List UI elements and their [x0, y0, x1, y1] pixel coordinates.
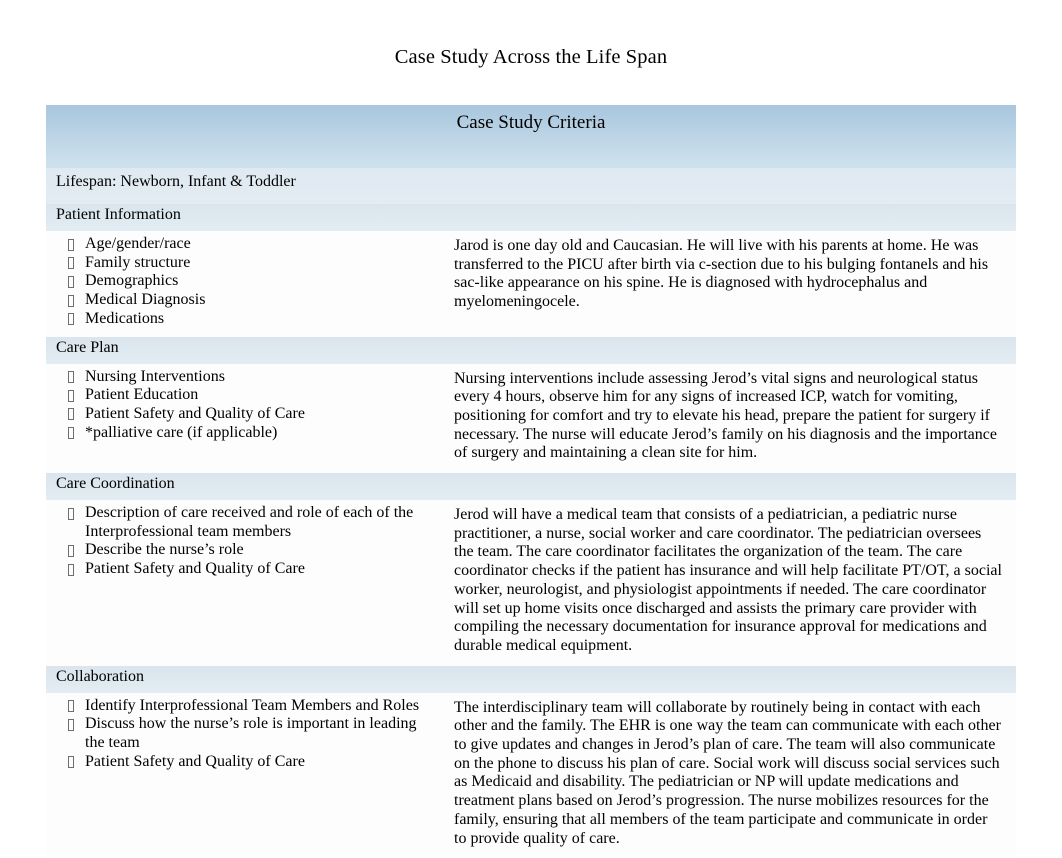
document-page: Case Study Across the Life Span Case Stu… — [0, 0, 1062, 858]
criteria-cell-care-plan: Nursing Interventions Patient Education … — [46, 363, 446, 474]
lifespan-row: Lifespan: Newborn, Infant & Toddler — [46, 168, 1016, 204]
section-heading-care-plan: Care Plan — [46, 336, 446, 364]
case-study-criteria-table: Case Study Criteria Lifespan: Newborn, I… — [46, 105, 1016, 858]
list-item: Discuss how the nurse’s role is importan… — [56, 715, 440, 752]
table-header-title: Case Study Criteria — [46, 105, 1016, 168]
criteria-text: Family structure — [85, 253, 191, 271]
section-heading-row-patient-information: Patient Information — [46, 204, 1016, 231]
list-item: Description of care received and role of… — [56, 504, 440, 541]
list-item: Patient Safety and Quality of Care — [56, 560, 440, 579]
list-item: Describe the nurse’s role — [56, 541, 440, 560]
list-item: Nursing Interventions — [56, 368, 440, 387]
bullet-box-icon — [68, 700, 74, 713]
bullet-box-icon — [68, 294, 74, 307]
case-study-table-container: Case Study Criteria Lifespan: Newborn, I… — [46, 105, 1016, 858]
criteria-list-patient-information: Age/gender/race Family structure Demogra… — [56, 235, 440, 329]
list-item: Demographics — [56, 272, 440, 291]
section-heading-patient-information: Patient Information — [46, 204, 446, 231]
criteria-text: Identify Interprofessional Team Members … — [85, 696, 420, 714]
table-header-row: Case Study Criteria — [46, 105, 1016, 168]
response-cell-collaboration: The interdisciplinary team will collabor… — [446, 692, 1016, 858]
response-text: Nursing interventions include assessing … — [454, 369, 997, 462]
section-body-row-care-plan: Nursing Interventions Patient Education … — [46, 363, 1016, 474]
list-item: Patient Education — [56, 386, 440, 405]
criteria-text: Patient Safety and Quality of Care — [85, 752, 305, 770]
section-heading-spacer-1 — [446, 336, 1016, 364]
criteria-text: Patient Safety and Quality of Care — [85, 560, 305, 578]
list-item: Patient Safety and Quality of Care — [56, 753, 440, 772]
list-item: Identify Interprofessional Team Members … — [56, 697, 440, 716]
bullet-box-icon — [68, 238, 74, 251]
criteria-text: Age/gender/race — [85, 235, 191, 252]
response-cell-care-coordination: Jerod will have a medical team that cons… — [446, 500, 1016, 666]
list-item: Medical Diagnosis — [56, 291, 440, 310]
section-heading-spacer-3 — [446, 665, 1016, 693]
criteria-list-care-plan: Nursing Interventions Patient Education … — [56, 368, 440, 443]
table-body: Case Study Criteria Lifespan: Newborn, I… — [46, 105, 1016, 858]
section-body-row-care-coordination: Description of care received and role of… — [46, 500, 1016, 666]
bullet-box-icon — [68, 507, 74, 520]
section-body-row-patient-information: Age/gender/race Family structure Demogra… — [46, 231, 1016, 337]
section-body-row-collaboration: Identify Interprofessional Team Members … — [46, 692, 1016, 858]
section-heading-row-collaboration: Collaboration — [46, 665, 1016, 693]
response-text: Jarod is one day old and Caucasian. He w… — [454, 237, 989, 311]
page-title: Case Study Across the Life Span — [394, 46, 668, 68]
criteria-list-care-coordination: Description of care received and role of… — [56, 504, 440, 579]
bullet-box-icon — [68, 427, 74, 440]
criteria-list-collaboration: Identify Interprofessional Team Members … — [56, 697, 440, 772]
bullet-box-icon — [68, 389, 74, 402]
criteria-cell-collaboration: Identify Interprofessional Team Members … — [46, 692, 446, 858]
lifespan-empty-cell — [446, 168, 1016, 204]
criteria-text: Patient Safety and Quality of Care — [85, 404, 305, 422]
criteria-cell-patient-information: Age/gender/race Family structure Demogra… — [46, 231, 446, 337]
criteria-text: *palliative care (if applicable) — [85, 423, 278, 441]
section-heading-row-care-plan: Care Plan — [46, 336, 1016, 364]
lifespan-label: Lifespan: Newborn, Infant & Toddler — [46, 168, 446, 204]
list-item: Family structure — [56, 254, 440, 273]
criteria-text: Medications — [85, 309, 165, 327]
bullet-box-icon — [68, 756, 74, 769]
bullet-box-icon — [68, 544, 74, 557]
list-item: *palliative care (if applicable) — [56, 424, 440, 443]
bullet-box-icon — [68, 371, 74, 384]
bullet-box-icon — [68, 275, 74, 288]
criteria-text: Patient Education — [85, 386, 199, 404]
criteria-text: Description of care received and role of… — [85, 504, 414, 540]
criteria-text: Describe the nurse’s role — [85, 541, 244, 559]
list-item: Age/gender/race — [56, 235, 440, 254]
response-cell-care-plan: Nursing interventions include assessing … — [446, 363, 1016, 474]
bullet-box-icon — [68, 718, 74, 731]
criteria-text: Discuss how the nurse’s role is importan… — [85, 715, 417, 752]
response-text: The interdisciplinary team will collabor… — [454, 698, 1001, 847]
bullet-box-icon — [68, 408, 74, 421]
criteria-text: Demographics — [85, 272, 179, 290]
response-text: Jerod will have a medical team that cons… — [454, 506, 1002, 654]
section-heading-row-care-coordination: Care Coordination — [46, 473, 1016, 501]
section-heading-collaboration: Collaboration — [46, 665, 446, 693]
list-item: Patient Safety and Quality of Care — [56, 405, 440, 424]
criteria-cell-care-coordination: Description of care received and role of… — [46, 500, 446, 666]
section-heading-spacer-0 — [446, 204, 1016, 231]
criteria-text: Medical Diagnosis — [85, 291, 206, 309]
bullet-box-icon — [68, 563, 74, 576]
section-heading-spacer-2 — [446, 473, 1016, 501]
list-item: Medications — [56, 310, 440, 329]
section-heading-care-coordination: Care Coordination — [46, 473, 446, 501]
bullet-box-icon — [68, 313, 74, 326]
response-cell-patient-information: Jarod is one day old and Caucasian. He w… — [446, 231, 1016, 337]
bullet-box-icon — [68, 257, 74, 270]
criteria-text: Nursing Interventions — [85, 367, 225, 385]
